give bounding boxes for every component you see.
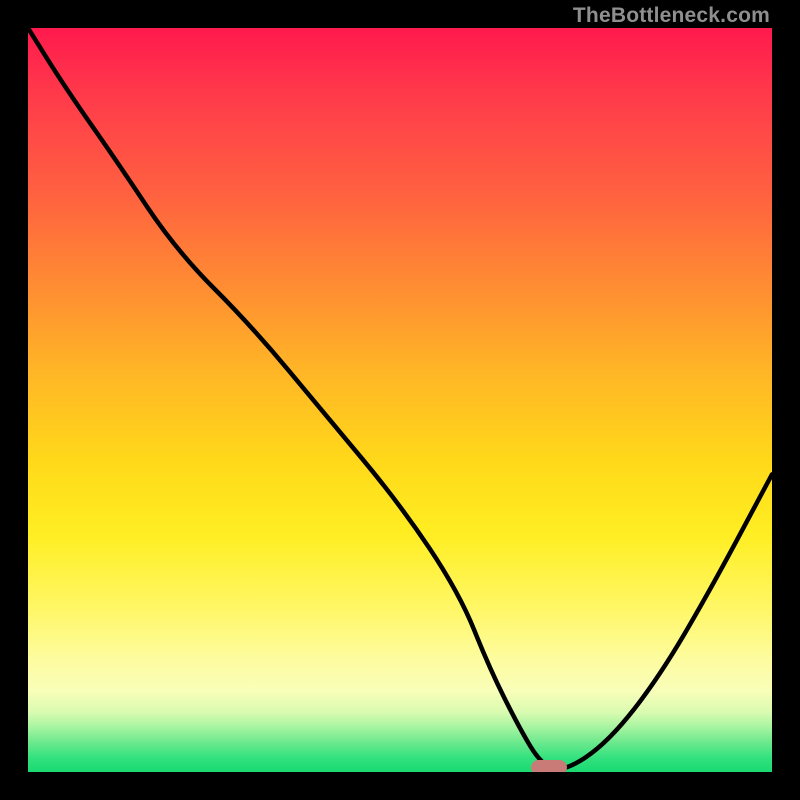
optimal-marker (531, 760, 567, 772)
bottleneck-curve (28, 28, 772, 772)
chart-plot-area (28, 28, 772, 772)
attribution-label: TheBottleneck.com (573, 4, 770, 28)
curve-path (28, 28, 772, 769)
chart-frame: TheBottleneck.com (0, 0, 800, 800)
